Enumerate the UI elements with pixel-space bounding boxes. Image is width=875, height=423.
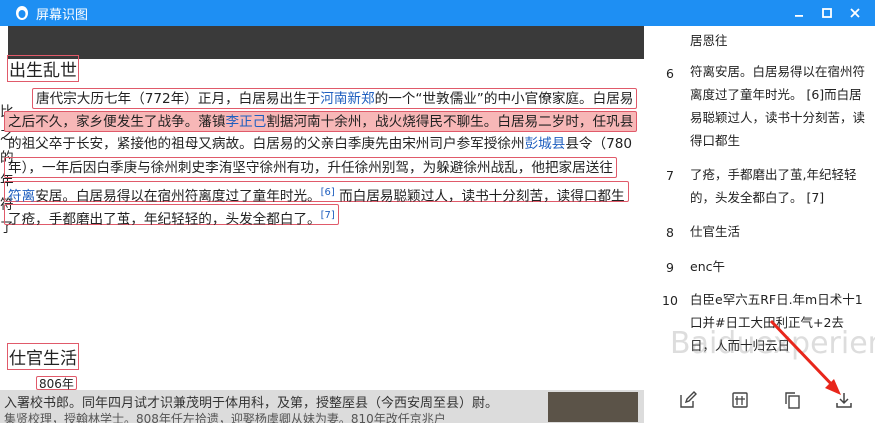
ocr-item-number: 8 [666,225,674,240]
app-logo-icon [14,5,30,21]
hyperlink[interactable]: 河南新郑 [320,91,374,107]
ocr-item-text[interactable]: 白臣e罕六五RF日.年m日术十1口并#日工大田利正气+2去日，人而十归云日 [690,288,865,357]
ocr-item-text[interactable]: enc午 [690,255,865,278]
screenshot-bottom-band: 入署校书郎。同年四月试才识兼茂明于体用科，及第，授整厔县（今西安周至县）尉。 集… [0,390,644,423]
close-button[interactable] [841,0,869,26]
download-icon[interactable] [832,388,856,412]
ocr-item-text[interactable]: 了疮，手都磨出了茧,年纪轻轻的，头发全都白了。 [7] [690,163,865,209]
bottom-text-line-2: 集贤校理，授翰林学士。808年任左拾遗，迎娶杨虞卿从妹为妻。810年改任京兆户 [4,412,446,423]
maximize-button[interactable] [813,0,841,26]
maximize-icon [822,8,832,18]
text-line-4: 年），一年后因白季庚与徐州刺史李洧坚守徐州有功，升任徐州别驾，为躲避徐州战乱，他… [4,157,617,178]
text-line-3: 的祖父卒于长安，紧接他的祖母又病故。白居易的父亲白季庚先由宋州司户参军授徐州彭城… [8,134,632,155]
partial-box-text: 806年 [36,376,77,391]
screenshot-preview: 出生乱世 比之的年符了 唐代宗大历七年（772年）正月，白居易出生于河南新郑的一… [0,26,644,423]
ocr-item-number: 6 [666,66,674,81]
text-span: 之后不久，家乡便发生了战争。藩镇 [8,114,226,130]
section-heading-career: 仕官生活 [7,343,79,370]
section-heading-birth: 出生乱世 [7,55,79,82]
hyperlink[interactable]: 李正己 [226,114,267,130]
text-span: 了疮，手都磨出了茧，年纪轻轻的，头发全都白了。 [8,211,321,228]
title-bar: 屏幕识图 [0,0,875,26]
text-span: 的祖父卒于长安，紧接他的祖母又病故。白居易的父亲白季庚先由宋州司户参军授徐州 [8,136,525,152]
citation-link[interactable]: [7] [321,210,335,221]
ocr-item-number: 9 [666,260,674,275]
text-span: 的一个“世敦儒业”的中小官僚家庭。白居易 [374,91,634,107]
text-span: 安居。白居易得以在宿州符离度过了童年时光。 [35,188,321,205]
edit-icon[interactable] [676,388,700,412]
minimize-button[interactable] [785,0,813,26]
text-span: 割据河南十余州，战火烧得民不聊生。白居易二岁时，任巩县 [266,114,634,130]
action-toolbar [644,380,875,423]
ocr-item-number: 7 [666,168,674,183]
window-title: 屏幕识图 [36,7,89,23]
text-span: 年），一年后因白季庚与徐州刺史李洧坚守徐州有功，升任徐州别驾，为躲避徐州战乱，他… [8,160,613,176]
screenshot-top-band [8,26,644,59]
text-span: 县令（780 [565,136,633,152]
ocr-item-text[interactable]: 符离安居。白居易得以在宿州符离度过了童年时光。 [6]而白居易聪颖过人，读书十分… [690,60,865,152]
copy-icon[interactable] [780,388,804,412]
translate-icon[interactable] [728,388,752,412]
text-span: 而白居易聪颖过人，读书十分刻苦，读得口都生 [334,188,625,205]
text-span: 唐代宗大历七年（772年）正月，白居易出生于 [36,91,321,107]
ocr-item-text[interactable]: 仕官生活 [690,220,865,243]
close-icon [850,8,860,18]
text-line-5: 符离安居。白居易得以在宿州符离度过了童年时光。[6] 而白居易聪颖过人，读书十分… [4,181,629,205]
ocr-partial-text: 居恩往 [690,33,728,48]
thumbnail-image [548,392,638,422]
hyperlink[interactable]: 彭城县 [525,136,566,152]
text-line-2: 之后不久，家乡便发生了战争。藩镇李正己割据河南十余州，战火烧得民不聊生。白居易二… [4,111,638,132]
ocr-item-number: 10 [662,293,678,308]
citation-link[interactable]: [6] [321,187,335,198]
ocr-result-panel[interactable]: 居恩往 6 符离安居。白居易得以在宿州符离度过了童年时光。 [6]而白居易聪颖过… [644,26,875,423]
text-line-6: 了疮，手都磨出了茧，年纪轻轻的，头发全都白了。[7] [4,204,339,228]
bottom-text-line-1: 入署校书郎。同年四月试才识兼茂明于体用科，及第，授整厔县（今西安周至县）尉。 [4,396,499,411]
hyperlink[interactable]: 符离 [8,189,35,205]
minimize-icon [795,15,803,17]
text-line-1: 唐代宗大历七年（772年）正月，白居易出生于河南新郑的一个“世敦儒业”的中小官僚… [32,88,638,109]
